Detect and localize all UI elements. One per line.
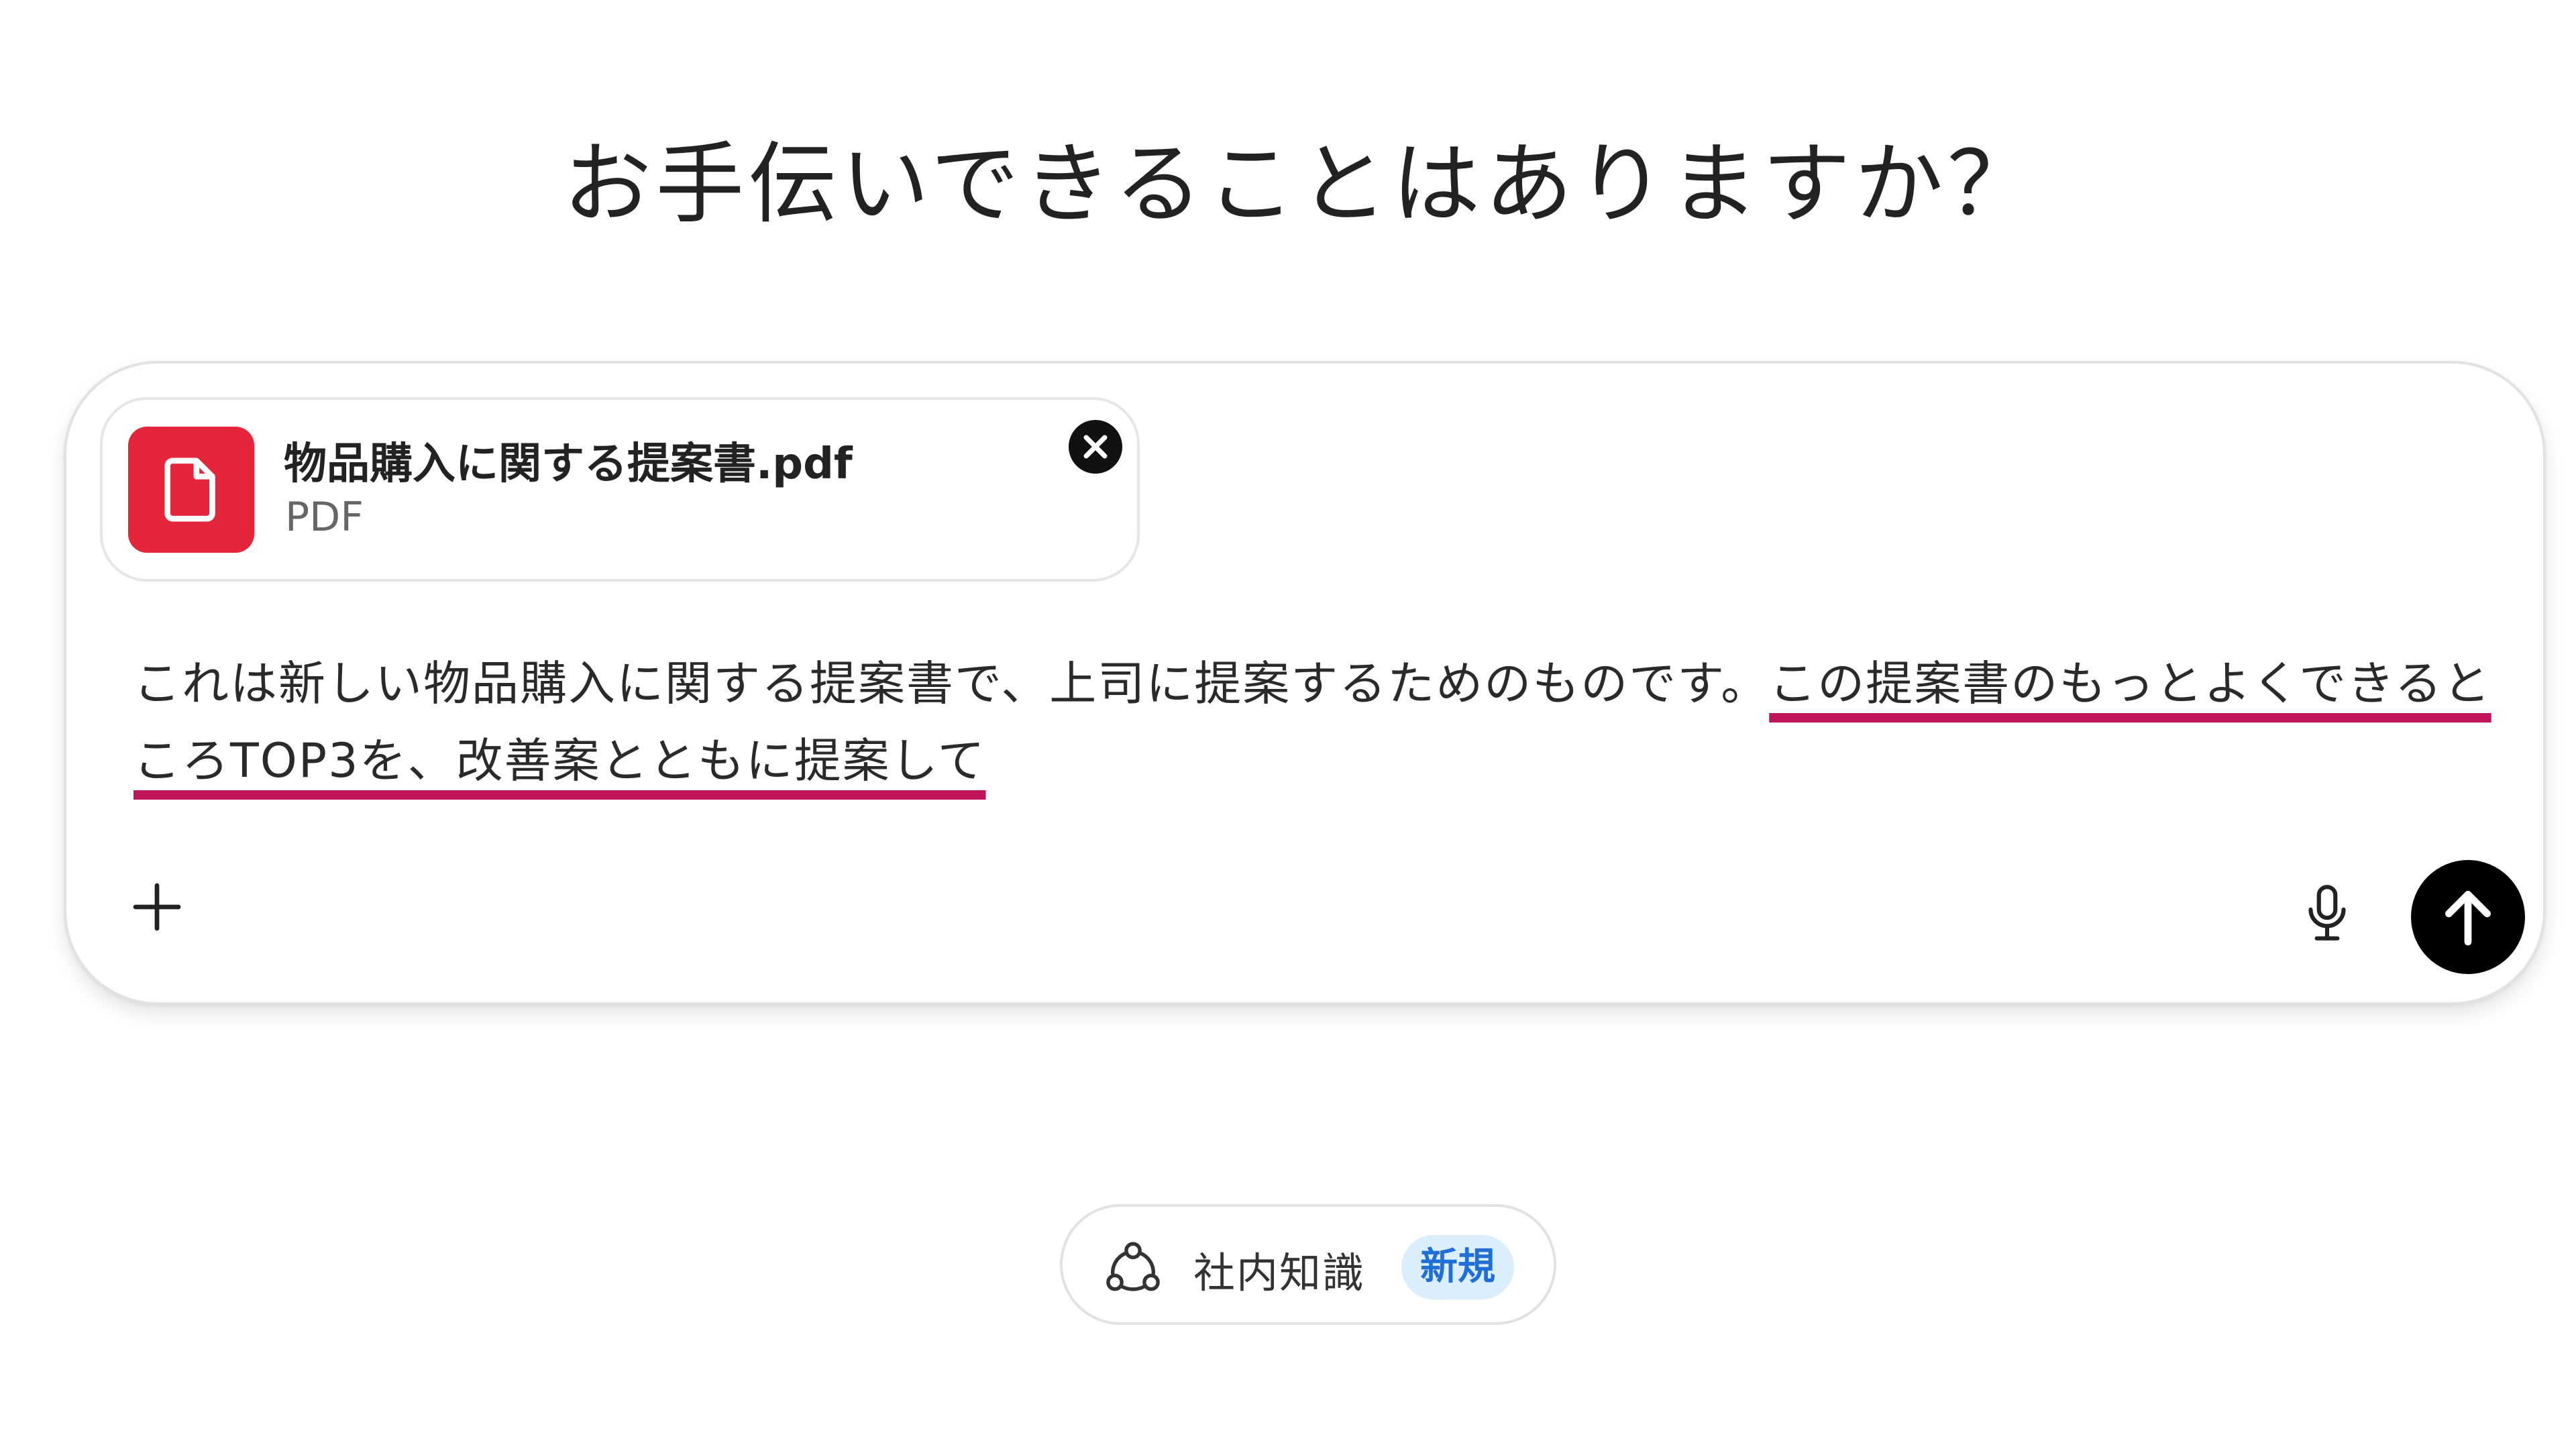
microphone-button[interactable] — [2294, 880, 2361, 947]
prompt-composer: 物品購入に関する提案書.pdf PDF これは新しい物品購入に関する提案書で、上… — [64, 361, 2546, 1005]
microphone-icon — [2308, 885, 2346, 941]
file-icon — [128, 427, 254, 553]
prompt-input[interactable]: これは新しい物品購入に関する提案書で、上司に提案するためのものです。この提案書の… — [133, 645, 2522, 800]
attachment-card[interactable]: 物品購入に関する提案書.pdf PDF — [100, 397, 1140, 582]
close-icon — [1083, 435, 1108, 459]
plus-icon — [133, 883, 181, 931]
arrow-up-icon — [2445, 891, 2491, 946]
knowledge-network-icon — [1106, 1242, 1160, 1291]
add-button[interactable] — [127, 877, 187, 937]
attachment-file-type: PDF — [285, 494, 364, 541]
knowledge-label: 社内知識 — [1193, 1248, 1366, 1297]
send-button[interactable] — [2411, 860, 2525, 974]
page-title: お手伝いできることはありますか？ — [563, 133, 2040, 236]
chat-start-page: お手伝いできることはありますか？ 物品購入に関する提案書.pdf PDF これは… — [0, 0, 2576, 1449]
prompt-text-plain: これは新しい物品購入に関する提案書で、上司に提案するためのものです。 — [133, 656, 1770, 711]
attachment-file-name: 物品購入に関する提案書.pdf — [284, 439, 853, 489]
new-badge: 新規 — [1401, 1235, 1514, 1299]
remove-attachment-button[interactable] — [1069, 420, 1122, 474]
company-knowledge-button[interactable]: 社内知識 新規 — [1060, 1204, 1556, 1325]
